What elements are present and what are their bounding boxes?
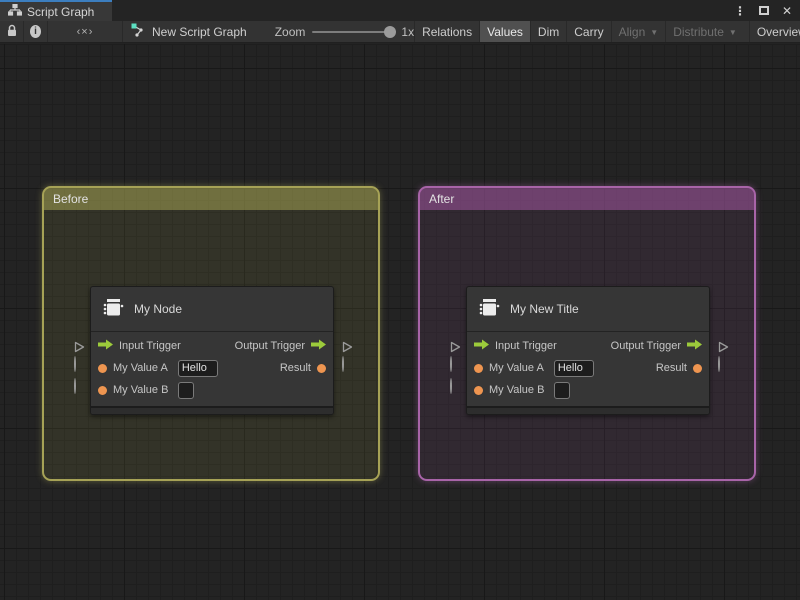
value-out-port[interactable] (693, 363, 702, 373)
port-row: My Value A Result (91, 357, 333, 379)
group-after[interactable]: After My New Title Input Trigger Output … (418, 186, 756, 481)
node-footer (91, 406, 333, 414)
node-header[interactable]: My Node (91, 287, 333, 332)
graph-canvas[interactable]: Before My Node Input Trigger Output Trig… (0, 44, 800, 600)
value-in-port[interactable] (98, 385, 107, 395)
hierarchy-icon (7, 3, 23, 19)
value-a-field[interactable] (553, 359, 594, 377)
graph-title-area[interactable]: New Script Graph (123, 21, 257, 42)
node-title: My New Title (510, 302, 579, 316)
zoom-slider[interactable] (312, 25, 397, 38)
value-out-port[interactable] (317, 363, 326, 373)
lock-button[interactable] (0, 21, 24, 42)
graph-name: New Script Graph (152, 24, 247, 39)
group-before-header[interactable]: Before (44, 188, 378, 210)
port-label: My Value B (489, 384, 545, 396)
node-header[interactable]: My New Title (467, 287, 709, 332)
zoom-label: Zoom (274, 24, 306, 39)
value-in-port[interactable] (474, 385, 483, 395)
maximize-icon[interactable] (758, 6, 769, 15)
port-label: My Value B (113, 384, 169, 396)
port-label: My Value A (113, 362, 168, 374)
value-in-port[interactable] (98, 363, 107, 373)
port-row: My Value B (91, 379, 333, 401)
toolbar-toggles: Relations Values Dim Carry Align ▼ Distr… (414, 21, 800, 42)
lock-icon (6, 24, 18, 40)
external-flow-out-port[interactable] (718, 341, 729, 353)
group-title: After (429, 192, 455, 206)
value-b-field[interactable] (178, 381, 195, 399)
zoom-value: 1x (401, 24, 415, 39)
code-view-icon: ‹×› (76, 25, 94, 38)
flow-out-port[interactable] (311, 339, 326, 353)
value-a-field[interactable] (177, 359, 218, 377)
relations-button[interactable]: Relations (414, 21, 479, 42)
port-label: Output Trigger (234, 340, 305, 352)
dim-button[interactable]: Dim (529, 21, 566, 42)
port-row: Input Trigger Output Trigger (91, 335, 333, 357)
flow-in-port[interactable] (474, 339, 489, 353)
chevron-down-icon: ▼ (728, 28, 737, 37)
group-after-header[interactable]: After (420, 188, 754, 210)
node-footer (467, 406, 709, 414)
zoom-slider-handle[interactable] (384, 25, 397, 38)
port-label: Output Trigger (610, 340, 681, 352)
unit-icon (103, 298, 124, 320)
port-row: My Value A Result (467, 357, 709, 379)
distribute-dropdown[interactable]: Distribute ▼ (665, 21, 744, 42)
zoom-control: Zoom 1x (257, 21, 414, 42)
unit-icon (479, 298, 500, 320)
node-body: Input Trigger Output Trigger My Value A (91, 332, 333, 406)
window-menu-icon[interactable]: ⋮ (734, 4, 746, 18)
node-my-node[interactable]: My Node Input Trigger Output Trigger My … (74, 286, 353, 415)
value-in-port[interactable] (474, 363, 483, 373)
group-title: Before (53, 192, 89, 206)
external-flow-in-port[interactable] (74, 341, 85, 353)
port-label: Result (655, 362, 687, 374)
flow-out-port[interactable] (687, 339, 702, 353)
tab-title: Script Graph (27, 4, 95, 19)
graph-toolbar: i ‹×› New Script Graph Zoom 1x Relations… (0, 21, 800, 43)
script-graph-icon (131, 23, 146, 40)
values-button[interactable]: Values (479, 21, 530, 42)
group-before[interactable]: Before My Node Input Trigger Output Trig… (42, 186, 380, 481)
node-title: My Node (134, 302, 183, 316)
close-icon[interactable]: ✕ (782, 4, 792, 18)
carry-button[interactable]: Carry (566, 21, 610, 42)
overview-button[interactable]: Overview (748, 21, 800, 42)
port-row: Input Trigger Output Trigger (467, 335, 709, 357)
port-label: Input Trigger (495, 340, 557, 352)
external-flow-in-port[interactable] (450, 341, 461, 353)
port-label: Input Trigger (119, 340, 181, 352)
align-dropdown[interactable]: Align ▼ (610, 21, 666, 42)
window-tab-bar: Script Graph ⋮ ✕ (0, 0, 800, 21)
inspect-button[interactable]: i (24, 21, 48, 42)
node-body: Input Trigger Output Trigger My Value A (467, 332, 709, 406)
tab-script-graph[interactable]: Script Graph (0, 0, 112, 21)
chevron-down-icon: ▼ (650, 28, 659, 37)
code-view-button[interactable]: ‹×› (48, 21, 123, 42)
port-label: My Value A (489, 362, 544, 374)
window-controls: ⋮ ✕ (734, 0, 800, 21)
flow-in-port[interactable] (98, 339, 113, 353)
value-b-field[interactable] (554, 381, 571, 399)
external-flow-out-port[interactable] (342, 341, 353, 353)
info-icon: i (30, 25, 41, 38)
port-label: Result (279, 362, 311, 374)
port-row: My Value B (467, 379, 709, 401)
node-my-new-title[interactable]: My New Title Input Trigger Output Trigge… (450, 286, 729, 415)
